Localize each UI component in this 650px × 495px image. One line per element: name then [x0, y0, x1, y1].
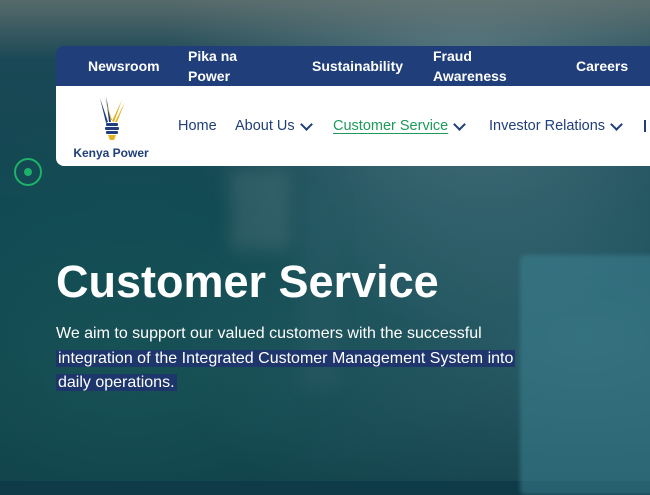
- logo-text: Kenya Power: [73, 146, 149, 160]
- nav-item-label: About Us: [235, 118, 295, 134]
- topbar-item-label: Pika na: [188, 48, 238, 64]
- hero-description-line: We aim to support our valued customers w…: [56, 325, 482, 342]
- topbar-careers-link[interactable]: Careers: [576, 46, 628, 86]
- nav-item-customer-service[interactable]: Customer Service: [333, 116, 467, 136]
- topbar-fraud-awareness-link[interactable]: Fraud Awareness: [433, 46, 507, 86]
- topbar-item-label: Newsroom: [88, 58, 160, 74]
- topbar-newsroom-link[interactable]: Newsroom: [88, 46, 160, 86]
- chevron-down-icon: [453, 117, 467, 131]
- logo-mark-icon: [100, 96, 125, 140]
- topbar-item-label: Careers: [576, 58, 629, 74]
- nav-item-home[interactable]: Home: [178, 116, 217, 136]
- topbar-item-label: Power: [188, 68, 231, 84]
- hero-description: We aim to support our valued customers w…: [56, 322, 586, 396]
- topbar-sustainability-link[interactable]: Sustainability: [312, 46, 403, 86]
- topbar-item-label: Sustainability: [312, 58, 404, 74]
- hero-description-line: daily operations.: [56, 371, 586, 396]
- nav-item-label: Home: [178, 118, 217, 134]
- highlighted-text: integration of the Integrated Customer M…: [56, 349, 516, 367]
- background-shape: [230, 170, 290, 250]
- nav-item-label: Customer Service: [333, 118, 449, 134]
- page-title: Customer Service: [56, 256, 439, 307]
- highlighted-text: daily operations.: [56, 374, 177, 391]
- nav-item-label: Investor Relations: [489, 118, 606, 134]
- topbar-item-label: Fraud: [433, 48, 472, 64]
- main-navigation: Kenya Power Home About Us Customer Servi…: [56, 86, 650, 166]
- top-utility-bar: Newsroom Pika na Power Sustainability Fr…: [56, 46, 650, 86]
- topbar-item-label: Awareness: [433, 68, 507, 84]
- chevron-down-icon: [299, 117, 313, 131]
- nav-item-investor-relations[interactable]: Investor Relations: [489, 116, 623, 136]
- hero-description-line: integration of the Integrated Customer M…: [56, 347, 586, 372]
- kenya-power-logo[interactable]: Kenya Power: [68, 92, 154, 162]
- nav-overflow-indicator: [644, 120, 650, 132]
- slider-pagination-dot[interactable]: [14, 158, 42, 186]
- topbar-pika-na-power-link[interactable]: Pika na Power: [188, 46, 237, 86]
- chevron-down-icon: [610, 117, 623, 131]
- nav-item-about-us[interactable]: About Us: [235, 116, 313, 136]
